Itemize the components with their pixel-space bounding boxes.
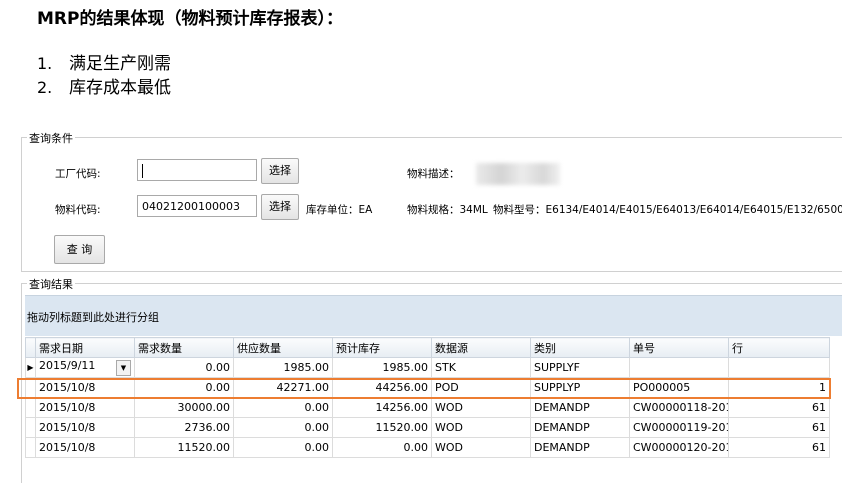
line-cell[interactable]: 1 xyxy=(728,377,830,398)
date-cell[interactable]: 2015/10/8 xyxy=(35,397,135,418)
row-indicator xyxy=(25,377,36,398)
stock-cell[interactable]: 44256.00 xyxy=(332,377,432,398)
stock-cell[interactable]: 11520.00 xyxy=(332,417,432,438)
order-cell[interactable]: PO000005 xyxy=(629,377,729,398)
supply-cell[interactable]: 0.00 xyxy=(233,397,333,418)
bullet-item: 2. 库存成本最低 xyxy=(37,76,171,100)
bullet-text: 库存成本最低 xyxy=(69,78,171,98)
supply-cell[interactable]: 1985.00 xyxy=(233,357,333,378)
line-cell[interactable] xyxy=(728,357,830,378)
category-cell[interactable]: DEMANDP xyxy=(530,397,630,418)
query-legend: 查询条件 xyxy=(27,130,75,146)
date-cell[interactable]: 2015/10/8 xyxy=(35,417,135,438)
query-button[interactable]: 查 询 xyxy=(54,235,105,264)
table-row[interactable]: 2015/10/8 30000.00 0.00 14256.00 WOD DEM… xyxy=(25,397,830,418)
source-cell[interactable]: WOD xyxy=(431,437,531,458)
line-cell[interactable]: 61 xyxy=(728,437,830,458)
stock-cell[interactable]: 1985.00 xyxy=(332,357,432,378)
column-header[interactable]: 数据源 xyxy=(431,337,531,358)
order-cell[interactable]: CW00000118-201... xyxy=(629,397,729,418)
material-select-button[interactable]: 选择 xyxy=(261,194,299,220)
grid-header-row: 需求日期 需求数量 供应数量 预计库存 数据源 类别 单号 行 xyxy=(25,337,830,358)
material-code-label: 物料代码: xyxy=(55,204,101,216)
row-indicator xyxy=(25,397,36,418)
category-cell[interactable]: DEMANDP xyxy=(530,417,630,438)
source-cell[interactable]: WOD xyxy=(431,397,531,418)
text-cursor xyxy=(142,164,143,178)
column-header[interactable]: 供应数量 xyxy=(233,337,333,358)
row-indicator-header xyxy=(25,337,36,358)
category-cell[interactable]: SUPPLYP xyxy=(530,377,630,398)
bullet-number: 1. xyxy=(37,54,53,73)
material-model-text: 物料型号：E6134/E4014/E4015/E64013/E64014/E64… xyxy=(493,204,842,216)
stock-cell[interactable]: 14256.00 xyxy=(332,397,432,418)
table-row[interactable]: 2015/10/8 0.00 42271.00 44256.00 POD SUP… xyxy=(25,377,830,398)
stock-cell[interactable]: 0.00 xyxy=(332,437,432,458)
order-cell[interactable] xyxy=(629,357,729,378)
bullet-text: 满足生产刚需 xyxy=(69,54,171,74)
category-cell[interactable]: SUPPLYF xyxy=(530,357,630,378)
bullet-item: 1. 满足生产刚需 xyxy=(37,52,171,76)
supply-cell[interactable]: 0.00 xyxy=(233,417,333,438)
blurred-description xyxy=(476,163,560,185)
slide-title: MRP的结果体现（物料预计库存报表）： xyxy=(37,9,343,29)
bullet-number: 2. xyxy=(37,78,53,97)
current-row-indicator-icon: ▶ xyxy=(25,357,36,378)
column-header[interactable]: 预计库存 xyxy=(332,337,432,358)
demand-cell[interactable]: 2736.00 xyxy=(134,417,234,438)
supply-cell[interactable]: 42271.00 xyxy=(233,377,333,398)
group-by-hint: 拖动列标题到此处进行分组 xyxy=(27,311,159,324)
column-header[interactable]: 类别 xyxy=(530,337,630,358)
stock-unit-text: 库存单位：EA xyxy=(306,204,373,216)
row-indicator xyxy=(25,437,36,458)
demand-cell[interactable]: 30000.00 xyxy=(134,397,234,418)
source-cell[interactable]: WOD xyxy=(431,417,531,438)
date-cell[interactable]: 2015/10/8 xyxy=(35,377,135,398)
results-legend: 查询结果 xyxy=(27,276,75,292)
results-grid: 需求日期 需求数量 供应数量 预计库存 数据源 类别 单号 行 ▶ 2015/9… xyxy=(25,337,830,458)
source-cell[interactable]: POD xyxy=(431,377,531,398)
category-cell[interactable]: DEMANDP xyxy=(530,437,630,458)
demand-cell[interactable]: 0.00 xyxy=(134,377,234,398)
line-cell[interactable]: 61 xyxy=(728,397,830,418)
material-spec-text: 物料规格：34ML xyxy=(407,204,488,216)
demand-cell[interactable]: 0.00 xyxy=(134,357,234,378)
line-cell[interactable]: 61 xyxy=(728,417,830,438)
bullet-list: 1. 满足生产刚需 2. 库存成本最低 xyxy=(37,52,171,100)
date-cell[interactable]: 2015/10/8 xyxy=(35,437,135,458)
column-header[interactable]: 需求数量 xyxy=(134,337,234,358)
plant-select-button[interactable]: 选择 xyxy=(261,158,299,184)
table-row[interactable]: ▶ 2015/9/11 ▼ 0.00 1985.00 1985.00 STK SU… xyxy=(25,357,830,378)
order-cell[interactable]: CW00000119-201... xyxy=(629,417,729,438)
material-desc-label: 物料描述： xyxy=(407,168,460,180)
column-header[interactable]: 行 xyxy=(728,337,830,358)
order-cell[interactable]: CW00000120-201... xyxy=(629,437,729,458)
material-code-input[interactable]: 04021200100003 xyxy=(137,195,257,217)
source-cell[interactable]: STK xyxy=(431,357,531,378)
row-indicator xyxy=(25,417,36,438)
chevron-down-icon[interactable]: ▼ xyxy=(116,360,131,376)
table-row[interactable]: 2015/10/8 2736.00 0.00 11520.00 WOD DEMA… xyxy=(25,417,830,438)
plant-code-label: 工厂代码: xyxy=(55,168,101,180)
table-row[interactable]: 2015/10/8 11520.00 0.00 0.00 WOD DEMANDP… xyxy=(25,437,830,458)
supply-cell[interactable]: 0.00 xyxy=(233,437,333,458)
column-header[interactable]: 单号 xyxy=(629,337,729,358)
plant-code-input[interactable] xyxy=(137,159,257,181)
date-cell[interactable]: 2015/9/11 ▼ xyxy=(35,357,135,378)
demand-cell[interactable]: 11520.00 xyxy=(134,437,234,458)
column-header[interactable]: 需求日期 xyxy=(35,337,135,358)
